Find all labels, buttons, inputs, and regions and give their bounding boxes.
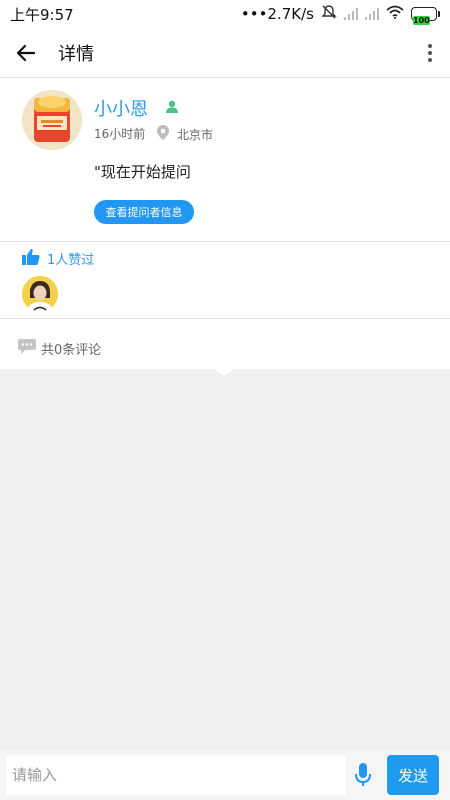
network-speed: •••2.7K/s	[240, 5, 314, 23]
view-asker-info-button[interactable]: 查看提问者信息	[94, 200, 194, 224]
arrow-left-icon	[17, 44, 35, 61]
status-bar: 上午9:57 •••2.7K/s 100	[0, 0, 450, 28]
post-time: 16小时前	[94, 127, 146, 141]
wifi-icon	[386, 5, 404, 23]
author-avatar[interactable]	[22, 90, 82, 150]
status-time: 上午9:57	[10, 5, 74, 24]
input-bar: 发送	[0, 750, 450, 800]
location-pin-icon	[157, 125, 169, 144]
post-content: "现在开始提问	[94, 163, 191, 181]
status-icons: •••2.7K/s 100	[240, 4, 440, 25]
post-location: 北京市	[177, 128, 214, 142]
comment-input[interactable]	[6, 755, 346, 795]
user-badge-icon	[166, 99, 178, 118]
nav-bar: 详情	[0, 28, 450, 78]
battery-level: 100	[413, 16, 430, 25]
more-button[interactable]	[410, 28, 450, 78]
mute-icon	[321, 4, 337, 24]
send-button[interactable]: 发送	[387, 755, 439, 795]
comment-list-area	[0, 369, 450, 750]
signal-icon	[344, 8, 358, 20]
comment-icon	[18, 339, 36, 358]
battery-icon: 100	[411, 7, 440, 25]
comment-pointer	[214, 369, 234, 376]
back-button[interactable]	[0, 28, 52, 78]
post-card: 小小恩 16小时前 北京市 "现在开始提问 查看提问者信息	[0, 79, 450, 241]
liker-avatar[interactable]	[22, 276, 58, 312]
microphone-icon	[355, 763, 371, 786]
thumbs-up-icon[interactable]	[22, 248, 40, 270]
page-title: 详情	[58, 43, 94, 65]
more-vertical-icon	[428, 43, 432, 48]
signal-icon-2	[365, 8, 379, 20]
likes-count: 1人赞过	[47, 253, 95, 268]
comments-header: 共0条评论	[0, 319, 450, 369]
likes-section: 1人赞过	[0, 242, 450, 318]
voice-button[interactable]	[352, 762, 374, 788]
comments-count: 共0条评论	[41, 343, 102, 358]
author-name[interactable]: 小小恩	[94, 95, 148, 121]
